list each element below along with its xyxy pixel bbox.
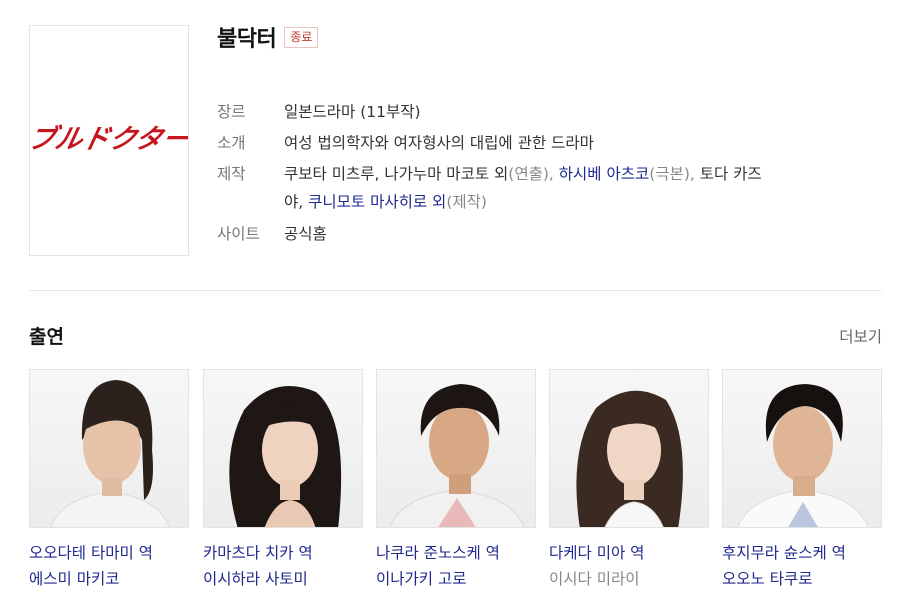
intro-row: 소개 여성 법의학자와 여자형사의 대립에 관한 드라마: [217, 129, 857, 157]
person-portrait-icon: [50, 380, 170, 527]
cast-actor[interactable]: 오오노 타쿠로: [722, 566, 882, 592]
cast-section-title: 출연: [29, 326, 64, 348]
cast-actor: 이시다 미라이: [549, 570, 640, 588]
person-portrait-icon: [389, 384, 525, 527]
genre-value: 일본드라마 (11부작): [284, 103, 421, 121]
cast-actor[interactable]: 에스미 마키코: [29, 566, 189, 592]
person-portrait-icon: [229, 386, 342, 527]
cast-role[interactable]: 후지무라 슌스케 역: [722, 540, 882, 566]
poster-logo: ブルドクター: [30, 124, 188, 155]
site-label: 사이트: [217, 225, 260, 243]
more-button[interactable]: 더보기: [839, 325, 882, 347]
writer-role: (극본),: [649, 165, 700, 183]
production-row: 제작 쿠보타 미츠루, 나가누마 마코토 외(연출), 하시베 아츠코(극본),…: [217, 160, 857, 220]
intro-value: 여성 법의학자와 여자형사의 대립에 관한 드라마: [284, 134, 594, 152]
cast-photo[interactable]: [203, 369, 363, 528]
cast-role[interactable]: 다케다 미아 역: [549, 540, 709, 566]
producer-name-part1: 토다 카즈: [699, 165, 762, 183]
cast-photo[interactable]: [29, 369, 189, 528]
director-role: (연출),: [508, 165, 559, 183]
director-names: 쿠보타 미츠루, 나가누마 마코토 외: [284, 165, 509, 183]
producer-role: (제작): [446, 193, 487, 211]
producer-name-part2: 야,: [284, 193, 309, 211]
status-badge: 종료: [284, 26, 319, 48]
title-row: 불닥터 종료: [217, 20, 857, 54]
cast-actor[interactable]: 이시하라 사토미: [203, 566, 363, 592]
drama-title[interactable]: 불닥터: [217, 21, 277, 53]
genre-row: 장르 일본드라마 (11부작): [217, 98, 857, 126]
cast-photo[interactable]: [549, 369, 709, 528]
cast-card[interactable]: 오오다테 타마미 역 에스미 마키코: [29, 369, 189, 592]
person-portrait-icon: [737, 384, 869, 527]
cast-card[interactable]: 다케다 미아 역 이시다 미라이: [549, 369, 709, 592]
cast-role[interactable]: 카마츠다 치카 역: [203, 540, 363, 566]
cast-card[interactable]: 후지무라 슌스케 역 오오노 타쿠로: [722, 369, 882, 592]
cast-role[interactable]: 나쿠라 준노스케 역: [376, 540, 536, 566]
writer-link[interactable]: 하시베 아츠코: [559, 165, 650, 183]
cast-card[interactable]: 나쿠라 준노스케 역 이나가키 고로: [376, 369, 536, 592]
drama-poster[interactable]: ブルドクター: [29, 25, 189, 256]
drama-info: 불닥터 종료 장르 일본드라마 (11부작) 소개 여성 법의학자와 여자형사의…: [217, 20, 857, 243]
section-divider: [29, 290, 882, 291]
person-portrait-icon: [576, 390, 683, 527]
producer-link[interactable]: 쿠니모토 마사히로 외: [308, 193, 446, 211]
cast-photo[interactable]: [376, 369, 536, 528]
intro-label: 소개: [217, 134, 246, 152]
cast-list: 오오다테 타마미 역 에스미 마키코 카마츠다 치카 역 이시하라 사토미 나쿠…: [29, 369, 889, 609]
production-value: 쿠보타 미츠루, 나가누마 마코토 외(연출), 하시베 아츠코(극본), 토다…: [284, 160, 829, 216]
cast-photo[interactable]: [722, 369, 882, 528]
cast-role[interactable]: 오오다테 타마미 역: [29, 540, 189, 566]
site-row: 사이트 공식홈: [217, 220, 857, 248]
production-label: 제작: [217, 165, 246, 183]
official-site-link[interactable]: 공식홈: [284, 220, 844, 248]
cast-actor[interactable]: 이나가키 고로: [376, 566, 536, 592]
poster-logo-text: ブルドクター: [30, 124, 188, 155]
cast-card[interactable]: 카마츠다 치카 역 이시하라 사토미: [203, 369, 363, 592]
genre-label: 장르: [217, 103, 246, 121]
